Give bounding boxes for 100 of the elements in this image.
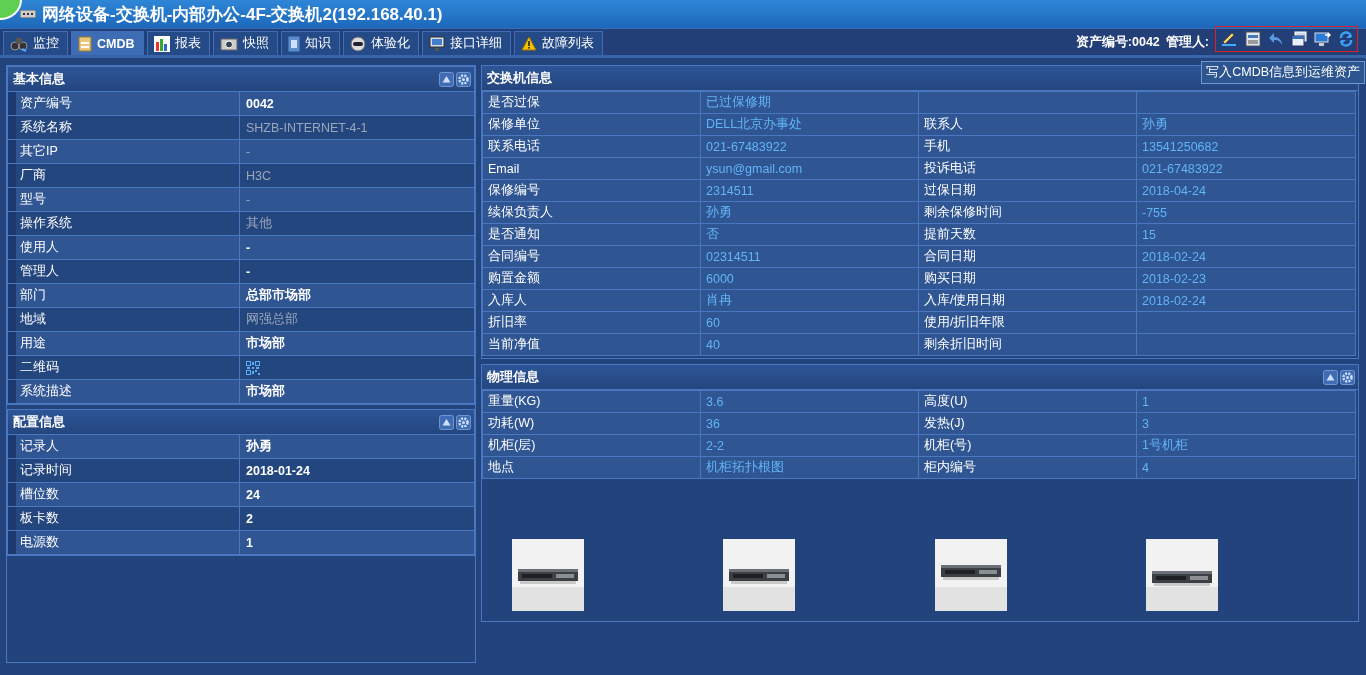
field-value: 2018-04-24	[1142, 183, 1206, 198]
tooltip: 写入CMDB信息到运维资产	[1201, 61, 1365, 84]
panel-title: 配置信息	[13, 413, 65, 431]
field-value: 市场部	[246, 383, 285, 400]
field-label: 机柜(层)	[488, 437, 536, 454]
field-label: 当前净值	[488, 336, 540, 353]
field-label: 管理人	[20, 263, 59, 280]
field-value: -	[246, 192, 251, 207]
field-label: 地域	[20, 311, 46, 328]
field-value: 肖冉	[706, 292, 732, 309]
field-label: 续保负责人	[488, 204, 553, 221]
field-label: 操作系统	[20, 215, 72, 232]
panel-title: 基本信息	[13, 70, 65, 88]
field-label: 槽位数	[20, 486, 59, 503]
field-value: 3.6	[706, 394, 724, 409]
field-label: 折旧率	[488, 314, 527, 331]
field-label: 手机	[924, 138, 950, 155]
field-value: H3C	[246, 168, 271, 183]
field-value: -	[246, 240, 251, 255]
field-label: 购置金额	[488, 270, 540, 287]
field-label: 用途	[20, 335, 46, 352]
field-label: 资产编号	[20, 95, 72, 112]
tab[interactable]: 故障列表	[513, 31, 603, 55]
field-label: 入库人	[488, 292, 527, 309]
field-label: 记录人	[20, 438, 59, 455]
field-value: 4	[1142, 460, 1149, 475]
field-value: 02314511	[706, 249, 761, 264]
tab[interactable]: 报表	[146, 31, 210, 55]
field-value: 021-67483922	[1142, 161, 1223, 176]
field-value: 36	[706, 416, 720, 431]
field-value: 孙勇	[1142, 116, 1168, 133]
asset-number-label: 资产编号:0042	[1075, 34, 1160, 51]
field-label: 系统名称	[20, 119, 72, 136]
field-label: 是否过保	[488, 94, 540, 111]
field-label: 电源数	[20, 534, 59, 551]
window-title: 网络设备-交换机-内部办公-4F-交换机2(192.168.40.1)	[42, 3, 443, 26]
field-value: ysun@gmail.com	[706, 161, 803, 176]
field-value: 市场部	[246, 335, 285, 352]
field-label: 功耗(W)	[488, 415, 535, 432]
field-value: DELL北京办事处	[706, 116, 803, 133]
field-label: 其它IP	[20, 143, 58, 160]
field-label: 二维码	[20, 359, 59, 376]
tab[interactable]: 体验化	[342, 31, 419, 55]
field-value: 2314511	[706, 183, 754, 198]
field-label: 联系人	[924, 116, 963, 133]
field-label: 记录时间	[20, 462, 72, 479]
tab[interactable]: CMDB	[71, 31, 144, 55]
field-label: 机柜(号)	[924, 437, 972, 454]
field-label: 剩余保修时间	[924, 204, 1002, 221]
field-value: 6000	[706, 271, 734, 286]
tab[interactable]: 快照	[212, 31, 278, 55]
field-label: 合同日期	[924, 248, 976, 265]
field-value: SHZB-INTERNET-4-1	[246, 120, 368, 135]
field-label: 重量(KG)	[488, 393, 541, 410]
field-value: 2018-02-23	[1142, 271, 1206, 286]
field-label: 过保日期	[924, 182, 976, 199]
tab[interactable]: 接口详细	[421, 31, 511, 55]
field-value: 0042	[246, 96, 274, 111]
field-label: 提前天数	[924, 226, 976, 243]
field-value: 60	[706, 315, 720, 330]
field-value: -	[246, 264, 251, 279]
field-value: 1号机柜	[1142, 437, 1188, 454]
field-label: 保修单位	[488, 116, 540, 133]
field-label: 柜内编号	[924, 459, 976, 476]
tab[interactable]: 知识	[280, 31, 340, 55]
field-label: 系统描述	[20, 383, 72, 400]
manager-label: 管理人:	[1165, 34, 1209, 51]
field-value: 其他	[246, 215, 272, 232]
field-value: 已过保修期	[706, 94, 771, 111]
field-label: 合同编号	[488, 248, 540, 265]
field-value: 网强总部	[246, 311, 298, 328]
field-value: -	[246, 144, 251, 159]
field-label: 高度(U)	[924, 393, 968, 410]
field-label: 是否通知	[488, 226, 540, 243]
field-value: 15	[1142, 227, 1156, 242]
panel-title: 交换机信息	[487, 69, 552, 87]
field-value: 2018-02-24	[1142, 293, 1206, 308]
field-label: 厂商	[20, 167, 46, 184]
tab[interactable]: 监控	[3, 31, 68, 55]
field-value: 孙勇	[706, 204, 732, 221]
field-label: 剩余折旧时间	[924, 336, 1002, 353]
field-value: 2018-01-24	[246, 463, 310, 478]
field-value: 021-67483922	[706, 139, 787, 154]
panel-title: 物理信息	[487, 368, 539, 386]
field-value: 1	[1142, 394, 1149, 409]
field-value: 2018-02-24	[1142, 249, 1206, 264]
field-label: 保修编号	[488, 182, 540, 199]
field-value: 孙勇	[246, 438, 272, 455]
field-label: 联系电话	[488, 138, 540, 155]
field-value: 2-2	[706, 438, 725, 453]
field-value: 否	[706, 226, 719, 243]
field-value: 2	[246, 511, 253, 526]
field-value: 总部市场部	[246, 287, 311, 304]
field-value: 13541250682	[1142, 139, 1219, 154]
field-label: 使用人	[20, 239, 59, 256]
field-value: 24	[246, 487, 260, 502]
field-label: 使用/折旧年限	[924, 314, 1006, 331]
field-label: 发热(J)	[924, 415, 965, 432]
field-value: 1	[246, 535, 253, 550]
field-label: 型号	[20, 191, 46, 208]
